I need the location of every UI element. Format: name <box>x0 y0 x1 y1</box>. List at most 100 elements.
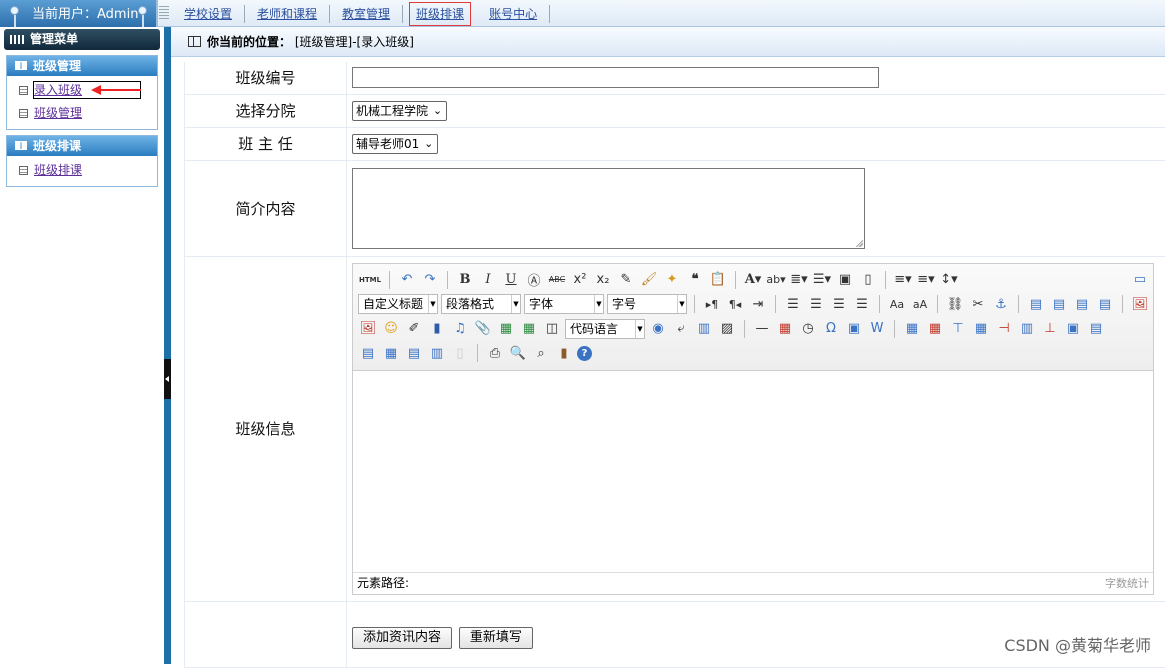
group-header[interactable]: 班级排课 <box>7 136 157 156</box>
image-right-icon[interactable]: ▤ <box>1072 294 1092 314</box>
drafts-icon[interactable]: ▮ <box>554 343 574 363</box>
search-replace-icon[interactable]: ⌕ <box>531 343 551 363</box>
format-brush-icon[interactable]: 🖌 <box>639 270 659 290</box>
subscript-icon[interactable]: x₂ <box>593 270 613 290</box>
select-all-icon[interactable]: ▣ <box>835 270 855 290</box>
align-left-icon[interactable]: ☰ <box>783 294 803 314</box>
insert-table-icon[interactable]: ▦ <box>902 319 922 339</box>
insert-paragraph-before-table-icon[interactable]: ⊤ <box>948 319 968 339</box>
italic-icon[interactable]: I <box>478 270 498 290</box>
web-app-icon[interactable]: ◉ <box>648 319 668 339</box>
split-to-cols-icon[interactable]: ▥ <box>427 343 447 363</box>
intro-textarea[interactable] <box>352 168 865 249</box>
word-image-icon[interactable]: W <box>867 319 887 339</box>
align-justify-icon[interactable]: ☰ <box>852 294 872 314</box>
font-color-icon[interactable]: A▾ <box>743 270 763 290</box>
insert-image-icon[interactable]: 🖼 <box>1130 294 1150 314</box>
undo-icon[interactable]: ↶ <box>397 270 417 290</box>
image-none-icon[interactable]: ▤ <box>1026 294 1046 314</box>
horizontal-rule-icon[interactable]: — <box>752 319 772 339</box>
sidebar-item-add-class[interactable]: 录入班级 <box>7 79 157 102</box>
nav-account-center[interactable]: 账号中心 <box>477 5 550 23</box>
background-color-icon[interactable]: ab▾ <box>766 270 786 290</box>
unordered-list-icon[interactable]: ☰▾ <box>812 270 832 290</box>
multi-image-icon[interactable]: 🖼 <box>358 319 378 339</box>
split-to-cells-icon[interactable]: ▦ <box>381 343 401 363</box>
insert-frame-icon[interactable]: ◫ <box>542 319 562 339</box>
nav-class-scheduling[interactable]: 班级排课 <box>409 2 471 26</box>
music-icon[interactable]: ♫ <box>450 319 470 339</box>
head-teacher-select[interactable]: 辅导老师01 ⌄ <box>352 134 438 154</box>
class-number-input[interactable] <box>352 67 879 88</box>
unlink-icon[interactable]: ✂ <box>968 294 988 314</box>
html-source-icon[interactable]: HTML <box>358 270 382 290</box>
merge-cells-icon[interactable]: ▣ <box>1063 319 1083 339</box>
auto-format-icon[interactable]: ✦ <box>662 270 682 290</box>
merge-right-icon[interactable]: ▤ <box>1086 319 1106 339</box>
split-to-rows-icon[interactable]: ▤ <box>404 343 424 363</box>
background-icon[interactable]: ▨ <box>717 319 737 339</box>
page-break-icon[interactable]: ⤶ <box>671 319 691 339</box>
sidebar-link-class-management[interactable]: 班级管理 <box>34 106 82 120</box>
print-icon[interactable]: ⎙ <box>485 343 505 363</box>
indent-icon[interactable]: ⇥ <box>748 294 768 314</box>
blockquote-icon[interactable]: ❝ <box>685 270 705 290</box>
sidebar-splitter[interactable] <box>164 27 171 664</box>
fullscreen-icon[interactable]: ▭ <box>1130 270 1150 290</box>
merge-down-icon[interactable]: ▤ <box>358 343 378 363</box>
template-icon[interactable]: ▥ <box>694 319 714 339</box>
preview-icon[interactable]: 🔍 <box>508 343 528 363</box>
custom-heading-combo[interactable]: 自定义标题▼ <box>358 294 438 314</box>
delete-table-icon[interactable]: ▦ <box>925 319 945 339</box>
delete-row-icon[interactable]: ⊣ <box>994 319 1014 339</box>
row-spacing-top-icon[interactable]: ≡▾ <box>893 270 913 290</box>
superscript-icon[interactable]: x² <box>570 270 590 290</box>
paragraph-format-combo[interactable]: 段落格式▼ <box>441 294 521 314</box>
clear-doc-icon[interactable]: ▯ <box>858 270 878 290</box>
insert-row-icon[interactable]: ▦ <box>971 319 991 339</box>
reset-button[interactable]: 重新填写 <box>459 627 533 649</box>
group-header[interactable]: 班级管理 <box>7 56 157 76</box>
align-right-icon[interactable]: ☰ <box>829 294 849 314</box>
ordered-list-icon[interactable]: ≣▾ <box>789 270 809 290</box>
insert-col-icon[interactable]: ▥ <box>1017 319 1037 339</box>
sidebar-link-class-scheduling[interactable]: 班级排课 <box>34 163 82 177</box>
nav-classroom-management[interactable]: 教室管理 <box>330 5 403 23</box>
snap-screen-icon[interactable]: ▣ <box>844 319 864 339</box>
insert-video-icon[interactable]: ▮ <box>427 319 447 339</box>
line-height-icon[interactable]: ↕▾ <box>939 270 959 290</box>
redo-icon[interactable]: ↷ <box>420 270 440 290</box>
row-spacing-bottom-icon[interactable]: ≡▾ <box>916 270 936 290</box>
editor-content-area[interactable] <box>353 371 1153 570</box>
image-center-icon[interactable]: ▤ <box>1095 294 1115 314</box>
rtl-icon[interactable]: ¶◂ <box>725 294 745 314</box>
time-icon[interactable]: ◷ <box>798 319 818 339</box>
collapse-sidebar-button[interactable] <box>164 359 171 399</box>
emotion-icon[interactable]: ☺ <box>381 319 401 339</box>
image-left-icon[interactable]: ▤ <box>1049 294 1069 314</box>
submit-button[interactable]: 添加资讯内容 <box>352 627 452 649</box>
special-chars-icon[interactable]: Ω <box>821 319 841 339</box>
eraser-icon[interactable]: ✎ <box>616 270 636 290</box>
date-icon[interactable]: ▦ <box>775 319 795 339</box>
help-icon[interactable]: ? <box>577 346 592 361</box>
font-family-combo[interactable]: 字体▼ <box>524 294 604 314</box>
align-center-icon[interactable]: ☰ <box>806 294 826 314</box>
delete-col-icon[interactable]: ⊥ <box>1040 319 1060 339</box>
paste-plain-icon[interactable]: 📋 <box>708 270 728 290</box>
nav-school-settings[interactable]: 学校设置 <box>172 5 245 23</box>
scrawl-icon[interactable]: ✐ <box>404 319 424 339</box>
anchor-icon[interactable]: ⚓ <box>991 294 1011 314</box>
charts-icon[interactable]: ▯ <box>450 343 470 363</box>
lowercase-icon[interactable]: aA <box>910 294 930 314</box>
map-icon[interactable]: ▦ <box>496 319 516 339</box>
uppercase-icon[interactable]: Aa <box>887 294 907 314</box>
font-size-combo[interactable]: 字号▼ <box>607 294 687 314</box>
college-select[interactable]: 机械工程学院 ⌄ <box>352 101 447 121</box>
font-border-icon[interactable]: Ⓐ <box>524 270 544 290</box>
strikethrough-icon[interactable]: ABC <box>547 270 567 290</box>
sidebar-item-class-scheduling[interactable]: 班级排课 <box>7 159 157 182</box>
ltr-icon[interactable]: ▸¶ <box>702 294 722 314</box>
attachment-icon[interactable]: 📎 <box>473 319 493 339</box>
code-language-combo[interactable]: 代码语言▼ <box>565 319 645 339</box>
